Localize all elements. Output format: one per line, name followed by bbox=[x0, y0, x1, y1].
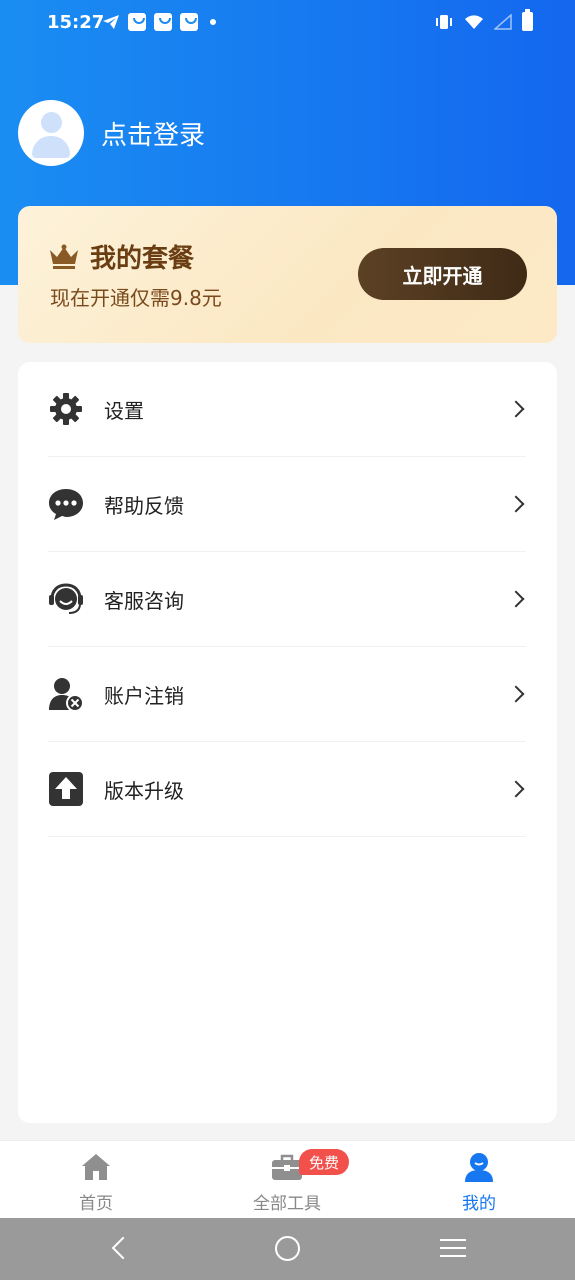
login-area[interactable]: 点击登录 bbox=[18, 100, 205, 166]
chevron-right-icon bbox=[507, 590, 525, 608]
menu-item-version-upgrade[interactable]: 版本升级 bbox=[48, 742, 526, 837]
signal-icon bbox=[494, 13, 512, 30]
avatar[interactable] bbox=[18, 100, 84, 166]
chevron-right-icon bbox=[507, 495, 525, 513]
menu-item-label: 客服咨询 bbox=[104, 588, 184, 613]
chat-bubble-icon bbox=[48, 486, 84, 522]
login-text[interactable]: 点击登录 bbox=[101, 115, 205, 152]
upgrade-arrow-icon bbox=[48, 771, 84, 807]
shopping-bag-icon bbox=[154, 13, 172, 31]
avatar-body bbox=[32, 136, 70, 158]
crown-icon bbox=[50, 244, 78, 269]
vibrate-icon bbox=[436, 14, 452, 29]
menu-item-label: 账户注销 bbox=[104, 683, 184, 708]
menu-item-label: 设置 bbox=[104, 398, 144, 423]
back-icon[interactable] bbox=[111, 1236, 135, 1260]
home-icon bbox=[82, 1154, 110, 1180]
tab-label: 我的 bbox=[462, 1194, 496, 1214]
menu-item-feedback[interactable]: 帮助反馈 bbox=[48, 457, 526, 552]
tab-label: 首页 bbox=[79, 1194, 113, 1214]
menu-item-settings[interactable]: 设置 bbox=[48, 362, 526, 457]
free-badge: 免费 bbox=[299, 1149, 349, 1175]
tab-mine[interactable]: 我的 bbox=[419, 1141, 539, 1219]
chevron-right-icon bbox=[507, 400, 525, 418]
user-remove-icon bbox=[48, 676, 84, 712]
recent-apps-icon[interactable] bbox=[440, 1239, 466, 1259]
user-icon bbox=[465, 1153, 493, 1182]
avatar-head bbox=[41, 112, 62, 133]
home-circle-icon[interactable] bbox=[275, 1236, 300, 1261]
status-time: 15:27 bbox=[47, 12, 105, 33]
gear-icon bbox=[48, 391, 84, 427]
chevron-right-icon bbox=[507, 780, 525, 798]
status-bar: 15:27 bbox=[0, 0, 575, 48]
vip-subtitle: 现在开通仅需9.8元 bbox=[50, 286, 222, 310]
vip-title-row: 我的套餐 bbox=[48, 238, 194, 275]
more-notifications-icon bbox=[210, 19, 216, 25]
bottom-tab-bar: 首页 全部工具 免费 我的 bbox=[0, 1140, 575, 1218]
shopping-bag-icon bbox=[128, 13, 146, 31]
tab-home[interactable]: 首页 bbox=[36, 1141, 156, 1219]
chevron-right-icon bbox=[507, 685, 525, 703]
vip-card: 我的套餐 现在开通仅需9.8元 立即开通 bbox=[18, 206, 557, 343]
wifi-icon bbox=[465, 14, 483, 29]
tab-label: 全部工具 bbox=[253, 1194, 321, 1214]
system-icons bbox=[434, 9, 533, 31]
system-navigation-bar bbox=[0, 1218, 575, 1280]
menu-item-label: 版本升级 bbox=[104, 778, 184, 803]
menu-card: 设置 帮助反馈 客服咨询 账户注销 版本升级 bbox=[18, 362, 557, 1123]
vip-title: 我的套餐 bbox=[90, 244, 195, 274]
notification-icons bbox=[102, 13, 216, 31]
menu-item-customer-service[interactable]: 客服咨询 bbox=[48, 552, 526, 647]
headset-icon bbox=[48, 581, 84, 617]
menu-item-account-deletion[interactable]: 账户注销 bbox=[48, 647, 526, 742]
menu-item-label: 帮助反馈 bbox=[104, 493, 184, 518]
shopping-bag-icon bbox=[180, 13, 198, 31]
battery-icon bbox=[522, 9, 533, 31]
activate-vip-button[interactable]: 立即开通 bbox=[358, 248, 527, 300]
telegram-icon bbox=[103, 15, 119, 29]
